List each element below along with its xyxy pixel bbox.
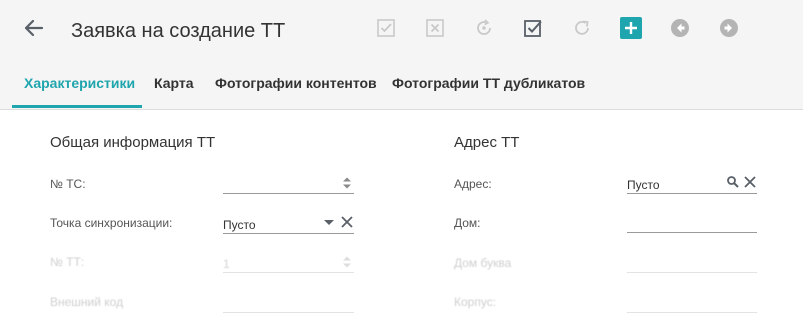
tt-number-value: 1 [223,257,230,271]
tab-content-photos[interactable]: Фотографии контентов [215,64,377,110]
back-arrow-icon[interactable] [20,14,46,44]
tab-map[interactable]: Карта [154,64,194,110]
arrow-left-circle-icon[interactable] [669,17,691,39]
chevron-down-icon[interactable] [322,215,336,229]
tab-characteristics[interactable]: Характеристики [24,64,135,110]
tt-number-field[interactable]: 1 [223,251,354,273]
external-code-field[interactable] [223,291,354,313]
plus-icon[interactable] [620,17,642,39]
building-label: Корпус: [454,295,497,309]
tc-label: № ТС: [50,177,86,191]
address-field[interactable]: Пусто [627,172,757,194]
address-title: Адрес ТТ [454,134,520,151]
house-field[interactable] [627,211,757,233]
tt-number-label: № ТТ: [50,255,85,269]
house-label: Дом: [454,216,481,230]
header: Заявка на создание ТТ Характеристики Кар… [0,0,803,110]
spinner-icon[interactable] [340,175,354,189]
house-letter-label: Дом буква [454,256,512,270]
building-field[interactable] [627,291,757,313]
house-letter-field[interactable] [627,251,757,273]
x-square-icon[interactable] [424,17,446,39]
close-icon[interactable] [340,215,354,229]
general-info-title: Общая информация ТТ [50,134,216,151]
close-icon[interactable] [743,175,757,189]
address-value: Пусто [627,178,660,192]
tc-field[interactable] [223,172,354,194]
sync-point-label: Точка синхронизации: [50,216,173,230]
arrow-right-circle-icon[interactable] [718,17,740,39]
redo-icon[interactable] [571,17,593,39]
page-title: Заявка на создание ТТ [71,20,286,42]
sync-point-value: Пусто [223,218,256,232]
refresh-dot-icon[interactable] [473,17,495,39]
address-label: Адрес: [454,177,492,191]
checkbox-checked-icon[interactable] [522,17,544,39]
spinner-icon[interactable] [340,254,354,268]
sync-point-field[interactable]: Пусто [223,212,354,234]
external-code-label: Внешний код [50,295,124,309]
check-square-icon[interactable] [375,17,397,39]
active-tab-indicator [12,105,142,108]
search-icon[interactable] [726,175,740,189]
tab-duplicate-photos[interactable]: Фотографии ТТ дубликатов [392,64,585,110]
